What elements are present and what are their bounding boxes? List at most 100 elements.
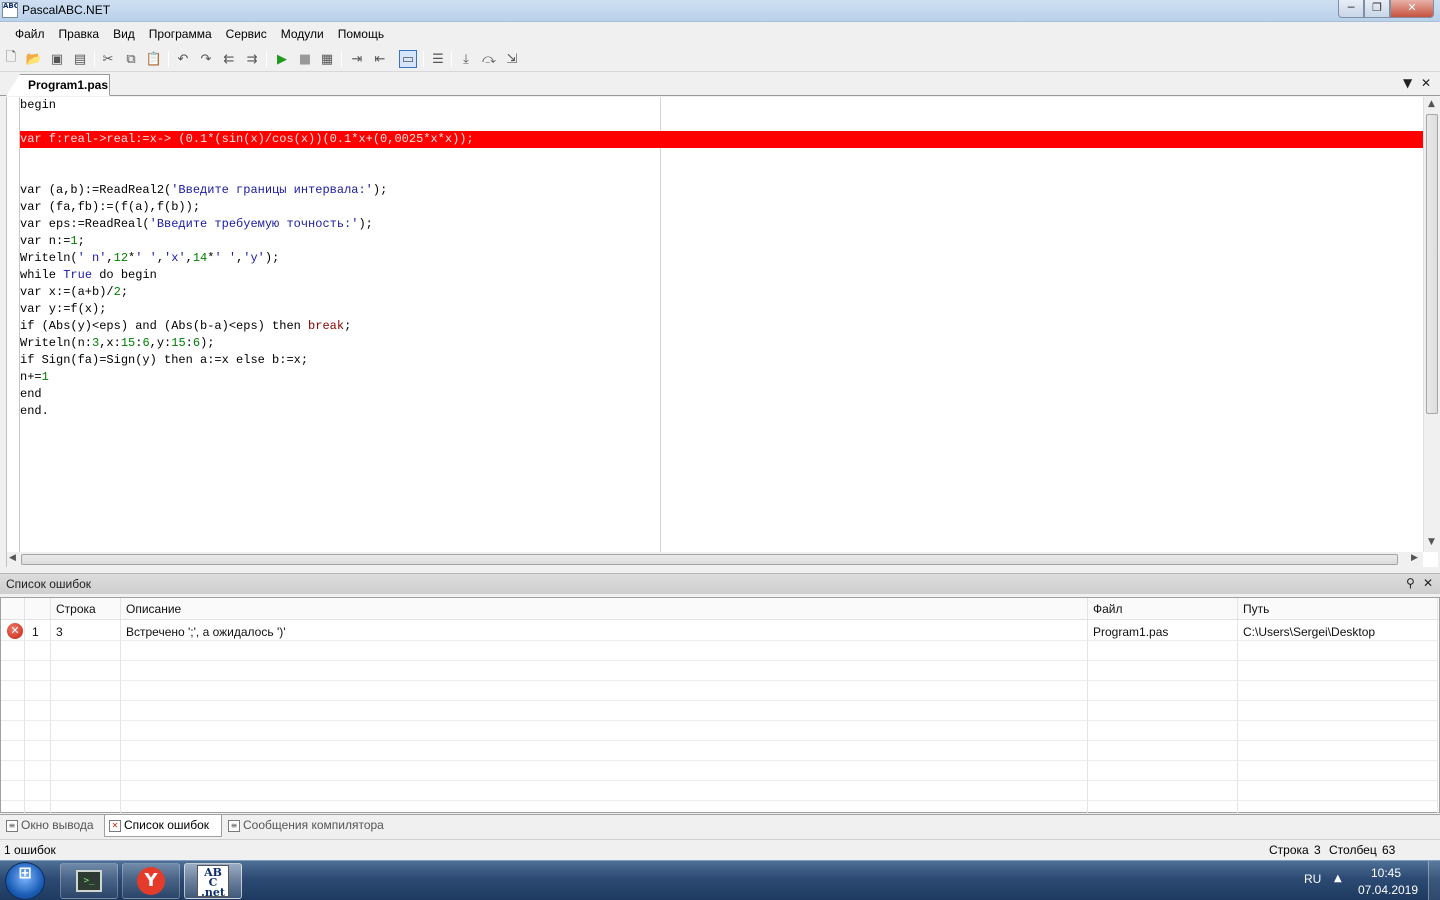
title-bar: ABC PascalABC.NET ─ ❐ ✕ [0,0,1440,22]
save-all-icon[interactable]: ▤ [71,50,89,68]
error-panel-title: Список ошибок [6,577,92,591]
editor-vertical-scrollbar[interactable]: ▲ ▼ [1423,97,1440,552]
column-divider [1437,598,1438,814]
taskbar-app-pascalabc[interactable]: AB C .net [184,863,242,899]
minimize-button[interactable]: ─ [1338,0,1364,18]
copy-icon[interactable]: ⧉ [122,50,140,68]
code-line: if Sign(fa)=Sign(y) then a:=x else b:=x; [20,352,1424,369]
tab-compiler-messages[interactable]: ≡ Сообщения компилятора [224,815,400,837]
scroll-thumb[interactable] [21,554,1398,565]
menu-program[interactable]: Программа [142,23,219,45]
code-line: Writeln(n:3,x:15:6,y:15:6); [20,335,1424,352]
window-controls: ─ ❐ ✕ [1338,0,1434,18]
scroll-down-icon[interactable]: ▼ [1428,537,1435,547]
taskbar: ⊞ >_ Y AB C .net RU ▲ 10:45 07.04.2019 [0,860,1440,900]
code-text: end. [20,404,49,418]
navigate-forward-icon[interactable]: ⇉ [243,50,261,68]
maximize-button[interactable]: ❐ [1364,0,1390,18]
tab-program1[interactable]: Program1.pas [6,74,110,96]
navigate-back-icon[interactable]: ⇇ [220,50,238,68]
tab-close-icon[interactable]: ✕ [1421,76,1431,90]
error-path: C:\Users\Sergei\Desktop [1243,625,1376,639]
unindent-icon[interactable]: ⇤ [371,50,389,68]
debug-window-icon[interactable]: ▦ [318,50,336,68]
column-header-path[interactable]: Путь [1243,602,1269,616]
cut-icon[interactable]: ✂ [99,50,117,68]
panel-close-icon[interactable]: ✕ [1423,576,1433,590]
code-line: while True do begin [20,267,1424,284]
menu-edit[interactable]: Правка [52,23,107,45]
code-text: var (fa,fb):=(f(a),f(b)); [20,200,201,214]
step-over-icon[interactable]: ⤼ [480,50,498,68]
menu-help[interactable]: Помощь [331,23,391,45]
code-text: end [20,387,42,401]
menu-modules[interactable]: Модули [274,23,331,45]
step-into-icon[interactable]: ⤓ [457,50,475,68]
scroll-right-icon[interactable]: ▶ [1411,553,1418,563]
scroll-left-icon[interactable]: ◀ [9,553,16,563]
taskbar-app-monitor[interactable]: >_ [60,863,118,899]
column-header-description[interactable]: Описание [126,602,181,616]
tab-error-list[interactable]: ✕ Список ошибок [104,815,222,837]
menu-file[interactable]: Файл [8,23,52,45]
tray-expand-icon[interactable]: ▲ [1334,873,1342,884]
error-list-table: Строка Описание Файл Путь ✕ 1 3 Встречен… [0,597,1440,814]
column-header-file[interactable]: Файл [1093,602,1123,616]
close-window-button[interactable]: ✕ [1390,0,1434,18]
paste-icon[interactable]: 📋 [145,50,163,68]
code-line: n+=1 [20,369,1424,386]
save-icon[interactable]: ▣ [48,50,66,68]
bottom-panel-tabs: ≡ Окно вывода ✕ Список ошибок ≡ Сообщени… [0,814,1440,838]
row-divider [1,760,1437,761]
stop-icon[interactable]: ■ [296,50,314,68]
error-icon: ✕ [7,623,23,639]
menu-view[interactable]: Вид [106,23,142,45]
app-icon: ABC [2,2,18,18]
code-text: while True do begin [20,268,157,282]
error-panel-header: Список ошибок ⚲ ✕ [0,573,1440,594]
error-number: 1 [32,625,39,639]
table-header: Строка Описание Файл Путь [1,598,1439,620]
taskbar-app-yandex[interactable]: Y [122,863,180,899]
tab-dropdown-icon[interactable]: ▼ [1403,76,1412,90]
toolbar-separator [423,51,424,67]
language-indicator[interactable]: RU [1304,872,1321,886]
run-to-cursor-icon[interactable]: ⇲ [503,50,521,68]
column-divider [24,598,25,814]
clock-date[interactable]: 07.04.2019 [1356,883,1420,897]
column-header-line[interactable]: Строка [56,602,96,616]
code-editor[interactable]: begin var f:real->real:=x-> (0.1*(sin(x)… [6,97,1440,567]
show-desktop-button[interactable] [1428,861,1440,900]
scroll-thumb[interactable] [1426,114,1438,414]
code-text: var f:real->real:=x-> (0.1*(sin(x)/cos(x… [20,132,474,146]
pin-icon[interactable]: ⚲ [1406,576,1415,590]
output-window-icon[interactable]: ▭ [399,50,417,68]
code-line: var n:=1; [20,233,1424,250]
undo-icon[interactable]: ↶ [174,50,192,68]
code-text: Writeln(' n',12*' ','x',14*' ','y'); [20,251,280,265]
toolbar-separator [341,51,342,67]
column-divider [1237,598,1238,814]
code-text: Writeln(n:3,x:15:6,y:15:6); [20,336,215,350]
clock-time[interactable]: 10:45 [1366,866,1406,880]
start-button[interactable]: ⊞ [5,862,45,900]
code-area[interactable]: begin var f:real->real:=x-> (0.1*(sin(x)… [20,97,1424,420]
code-line: var x:=(a+b)/2; [20,284,1424,301]
redo-icon[interactable]: ↷ [197,50,215,68]
editor-horizontal-scrollbar[interactable]: ◀ ▶ [7,552,1423,567]
run-icon[interactable]: ▶ [273,50,291,68]
error-line: 3 [56,625,63,639]
open-icon[interactable]: 📂 [25,50,43,68]
indent-icon[interactable]: ⇥ [348,50,366,68]
code-text: n+=1 [20,370,49,384]
scroll-up-icon[interactable]: ▲ [1428,99,1435,109]
format-icon[interactable]: ☰ [429,50,447,68]
new-file-icon[interactable]: 🗋 [2,50,20,68]
code-text: var n:=1; [20,234,85,248]
row-divider [1,700,1437,701]
error-list-icon: ✕ [109,820,121,832]
code-line: var y:=f(x); [20,301,1424,318]
tab-output-window[interactable]: ≡ Окно вывода [2,815,102,837]
menu-service[interactable]: Сервис [219,23,274,45]
